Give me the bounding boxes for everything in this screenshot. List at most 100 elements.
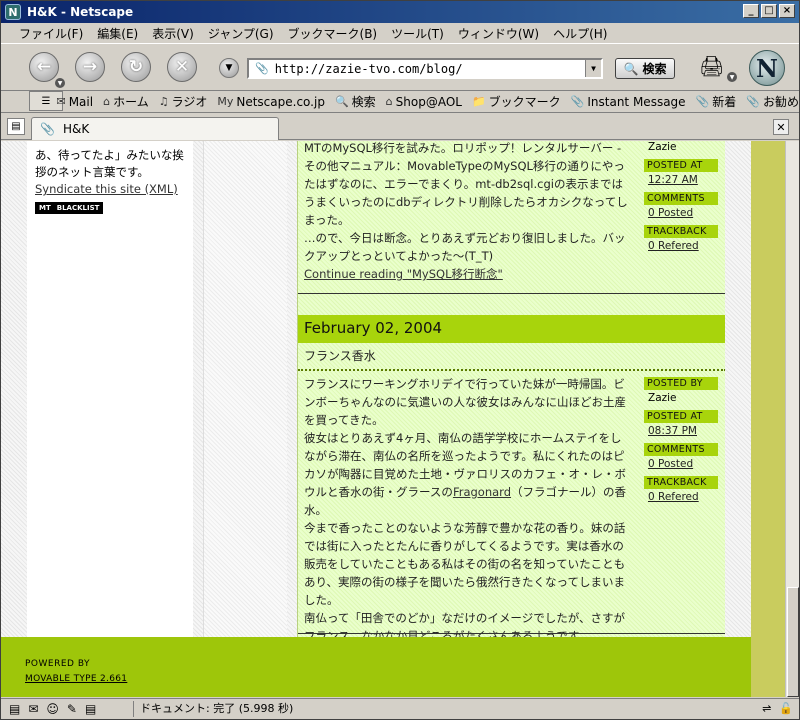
- forward-button[interactable]: →: [75, 52, 105, 82]
- menu-help[interactable]: ヘルプ(H): [553, 25, 607, 42]
- bookmark-icon: 📎: [695, 95, 710, 108]
- powered-by-label: POWERED BY: [25, 659, 91, 669]
- menu-file[interactable]: ファイル(F): [19, 25, 83, 42]
- page-icon: 📎: [255, 62, 269, 75]
- composer-icon[interactable]: ✎: [67, 702, 77, 716]
- navigator-icon[interactable]: ▤: [9, 702, 20, 716]
- toolbar-home[interactable]: ⌂ ホーム: [103, 93, 149, 110]
- security-lock-icon[interactable]: 🔓: [779, 702, 793, 715]
- mail-icon[interactable]: ✉: [28, 702, 38, 716]
- maximize-button[interactable]: □: [761, 4, 777, 18]
- date-header: February 02, 2004: [298, 315, 726, 343]
- entry1-trackback-link[interactable]: 0 Refered: [648, 240, 699, 252]
- search-icon: 🔍: [334, 95, 349, 108]
- forward-arrow-icon: →: [82, 57, 98, 77]
- toolbar-recommend[interactable]: 📎 お勧め: [746, 93, 799, 110]
- toolbar-netscape-label: Netscape.co.jp: [236, 94, 325, 109]
- stop-button[interactable]: ✕: [167, 52, 197, 82]
- radio-icon: ♫: [158, 95, 169, 108]
- tab-hk[interactable]: 📎 H&K: [31, 117, 279, 140]
- netscape-logo[interactable]: N: [749, 50, 785, 86]
- continue-reading-link[interactable]: Continue reading "MySQL移行断念": [304, 267, 503, 281]
- scrollbar-thumb[interactable]: [787, 587, 799, 697]
- entry2-comments-label: COMMENTS: [644, 443, 718, 456]
- back-button[interactable]: ←: [29, 52, 59, 82]
- title-bar: N H&K - Netscape _ □ ×: [1, 1, 799, 23]
- entry2-trackback-link[interactable]: 0 Refered: [648, 491, 699, 503]
- page-content: あ、待ってたよ」みたいな挨拶のネット言葉です。 Syndicate this s…: [1, 141, 785, 697]
- entry1-meta: Zazie POSTED AT 12:27 AM COMMENTS 0 Post…: [644, 141, 718, 258]
- toolbar-bookmarks-label: ブックマーク: [488, 95, 561, 109]
- toolbar-mail[interactable]: ✉ Mail: [56, 95, 93, 109]
- back-arrow-icon: ←: [36, 57, 52, 77]
- stop-icon: ✕: [174, 57, 190, 77]
- entry2-meta: POSTED BY Zazie POSTED AT 08:37 PM COMME…: [644, 377, 718, 509]
- toolbar-shop[interactable]: ⌂ Shop@AOL: [386, 95, 462, 109]
- folder-icon: 📁: [471, 95, 486, 108]
- address-book-icon[interactable]: ▤: [85, 702, 96, 716]
- bookmark-icon: 📎: [746, 95, 760, 108]
- sidebar-toggle-icon[interactable]: ▤: [7, 118, 25, 135]
- print-dropdown[interactable]: ▼: [727, 72, 737, 82]
- search-button[interactable]: 🔍 検索: [615, 58, 675, 79]
- movable-type-link[interactable]: MOVABLE TYPE 2.661: [25, 674, 127, 684]
- syndicate-link[interactable]: Syndicate this site (XML): [35, 182, 178, 196]
- vertical-scrollbar[interactable]: [785, 141, 799, 697]
- entry1-posted-at-label: POSTED AT: [644, 159, 718, 172]
- right-border: [751, 141, 785, 697]
- url-history-button[interactable]: ▼: [219, 58, 239, 78]
- toolbar-search[interactable]: 🔍 検索: [335, 93, 376, 110]
- im-icon: 📎: [570, 95, 585, 108]
- menu-edit[interactable]: 編集(E): [97, 25, 138, 42]
- search-icon: 🔍: [623, 61, 639, 76]
- im-icon[interactable]: ☺: [46, 702, 59, 716]
- badge-mt: MT: [36, 203, 54, 213]
- entry1-author: Zazie: [648, 141, 677, 153]
- reload-icon: ↻: [128, 57, 144, 77]
- back-history-dropdown[interactable]: ▼: [55, 78, 65, 88]
- toolbar-new[interactable]: 📎 新着: [696, 93, 737, 110]
- entry-separator: [298, 633, 726, 634]
- entry1-comments-link[interactable]: 0 Posted: [648, 207, 693, 219]
- toolbar-search-label: 検索: [351, 95, 376, 109]
- entry2-posted-by-label: POSTED BY: [644, 377, 718, 390]
- entry1-permalink[interactable]: 12:27 AM: [648, 174, 698, 186]
- blog-footer: POWERED BY MOVABLE TYPE 2.661: [1, 637, 751, 697]
- toolbar-im-label: Instant Message: [587, 94, 686, 109]
- toolbar-im[interactable]: 📎 Instant Message: [571, 95, 686, 109]
- entry-title: フランス香水: [304, 349, 376, 363]
- status-text: ドキュメント: 完了 (5.998 秒): [133, 701, 293, 717]
- toolbar-netscape[interactable]: My Netscape.co.jp: [217, 95, 325, 109]
- menu-window[interactable]: ウィンドウ(W): [458, 25, 539, 42]
- toolbar-radio[interactable]: ♫ ラジオ: [159, 93, 208, 110]
- menu-view[interactable]: 表示(V): [152, 25, 194, 42]
- blog-sidebar: あ、待ってたよ」みたいな挨拶のネット言葉です。 Syndicate this s…: [27, 141, 193, 637]
- toolbar-radio-label: ラジオ: [171, 95, 208, 109]
- toolbar-new-label: 新着: [712, 95, 737, 109]
- entry2-comments-link[interactable]: 0 Posted: [648, 458, 693, 470]
- left-margin: [1, 141, 27, 637]
- entry1-trackback-label: TRACKBACK: [644, 225, 718, 238]
- url-field[interactable]: 📎 http://zazie-tvo.com/blog/ ▼: [247, 58, 603, 79]
- menu-tools[interactable]: ツール(T): [391, 25, 444, 42]
- mt-blacklist-badge[interactable]: MT BLACKLIST: [35, 202, 104, 214]
- status-bar: ▤ ✉ ☺ ✎ ▤ ドキュメント: 完了 (5.998 秒) ⇌ 🔓: [1, 698, 799, 719]
- print-icon[interactable]: 🖨: [699, 54, 727, 80]
- minimize-button[interactable]: _: [743, 4, 759, 18]
- menu-bookmarks[interactable]: ブックマーク(B): [288, 25, 378, 42]
- netscape-app-icon: N: [5, 4, 21, 20]
- menu-go[interactable]: ジャンプ(G): [208, 25, 274, 42]
- entry2-posted-at-label: POSTED AT: [644, 410, 718, 423]
- toolbar-recommend-label: お勧め: [762, 95, 799, 109]
- entry2-permalink[interactable]: 08:37 PM: [648, 425, 697, 437]
- entry-body-mysql: MTのMySQL移行を試みた。ロリポップ！レンタルサーバー - その他マニュアル…: [304, 141, 630, 283]
- fragonard-link[interactable]: Fragonard: [453, 485, 511, 499]
- toolbar-bookmarks[interactable]: 📁 ブックマーク: [472, 93, 561, 110]
- aol-icon: ⌂: [385, 95, 393, 108]
- close-tab-button[interactable]: ✕: [773, 119, 789, 135]
- middle-column: [193, 141, 297, 637]
- close-window-button[interactable]: ×: [779, 4, 795, 18]
- url-dropdown-button[interactable]: ▼: [585, 60, 601, 77]
- reload-button[interactable]: ↻: [121, 52, 151, 82]
- right-margin: [725, 141, 751, 637]
